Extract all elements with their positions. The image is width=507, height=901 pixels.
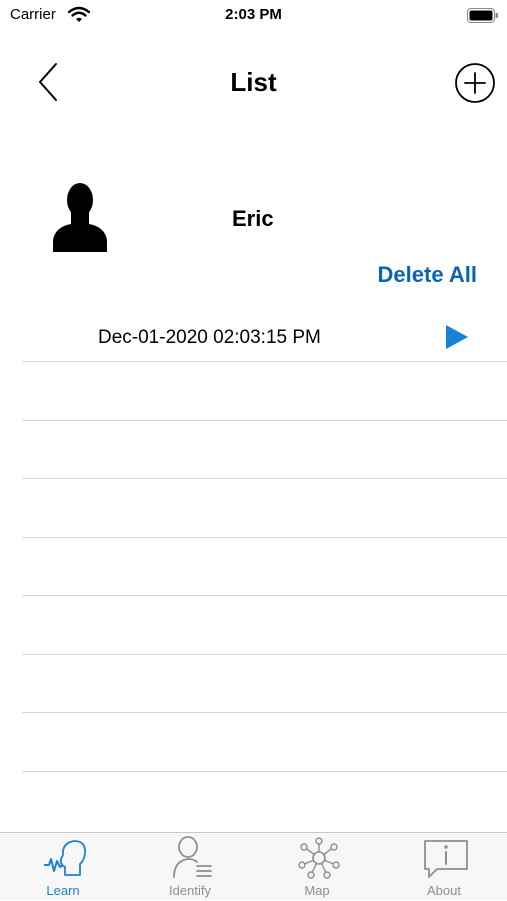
tab-about[interactable]: About bbox=[381, 833, 507, 901]
about-icon bbox=[424, 840, 468, 878]
back-button[interactable] bbox=[30, 58, 66, 106]
add-button[interactable] bbox=[454, 62, 496, 104]
map-icon bbox=[298, 837, 340, 879]
tab-label: Map bbox=[304, 883, 330, 898]
nav-bar: List bbox=[0, 50, 507, 114]
empty-row bbox=[22, 362, 507, 421]
tab-learn[interactable]: Learn bbox=[0, 833, 126, 901]
plus-circle-icon bbox=[455, 63, 495, 103]
page-title: List bbox=[230, 67, 277, 97]
delete-all-button[interactable]: Delete All bbox=[378, 262, 477, 288]
battery-icon bbox=[467, 8, 498, 23]
status-bar: Carrier 2:03 PM bbox=[0, 0, 507, 32]
empty-row bbox=[22, 538, 507, 596]
empty-row bbox=[22, 596, 507, 655]
learn-icon bbox=[44, 840, 86, 876]
status-time: 2:03 PM bbox=[225, 6, 282, 23]
tab-map[interactable]: Map bbox=[254, 833, 380, 901]
tab-label: Learn bbox=[46, 883, 80, 898]
empty-row bbox=[22, 655, 507, 713]
tab-identify[interactable]: Identify bbox=[127, 833, 253, 901]
play-icon[interactable] bbox=[442, 322, 472, 352]
empty-row bbox=[22, 713, 507, 772]
identify-icon bbox=[173, 836, 212, 878]
tab-bar: Learn Identify Map About bbox=[0, 832, 507, 900]
recording-list: Dec-01-2020 02:03:15 PM bbox=[22, 302, 507, 772]
recording-date: Dec-01-2020 02:03:15 PM bbox=[98, 327, 321, 348]
tab-label: About bbox=[427, 883, 461, 898]
empty-row bbox=[22, 421, 507, 479]
chevron-left-icon bbox=[39, 63, 57, 101]
empty-row bbox=[22, 479, 507, 538]
tab-label: Identify bbox=[169, 883, 211, 898]
recording-row[interactable]: Dec-01-2020 02:03:15 PM bbox=[22, 302, 507, 362]
avatar-silhouette-icon bbox=[53, 183, 107, 252]
person-name: Eric bbox=[232, 206, 274, 231]
